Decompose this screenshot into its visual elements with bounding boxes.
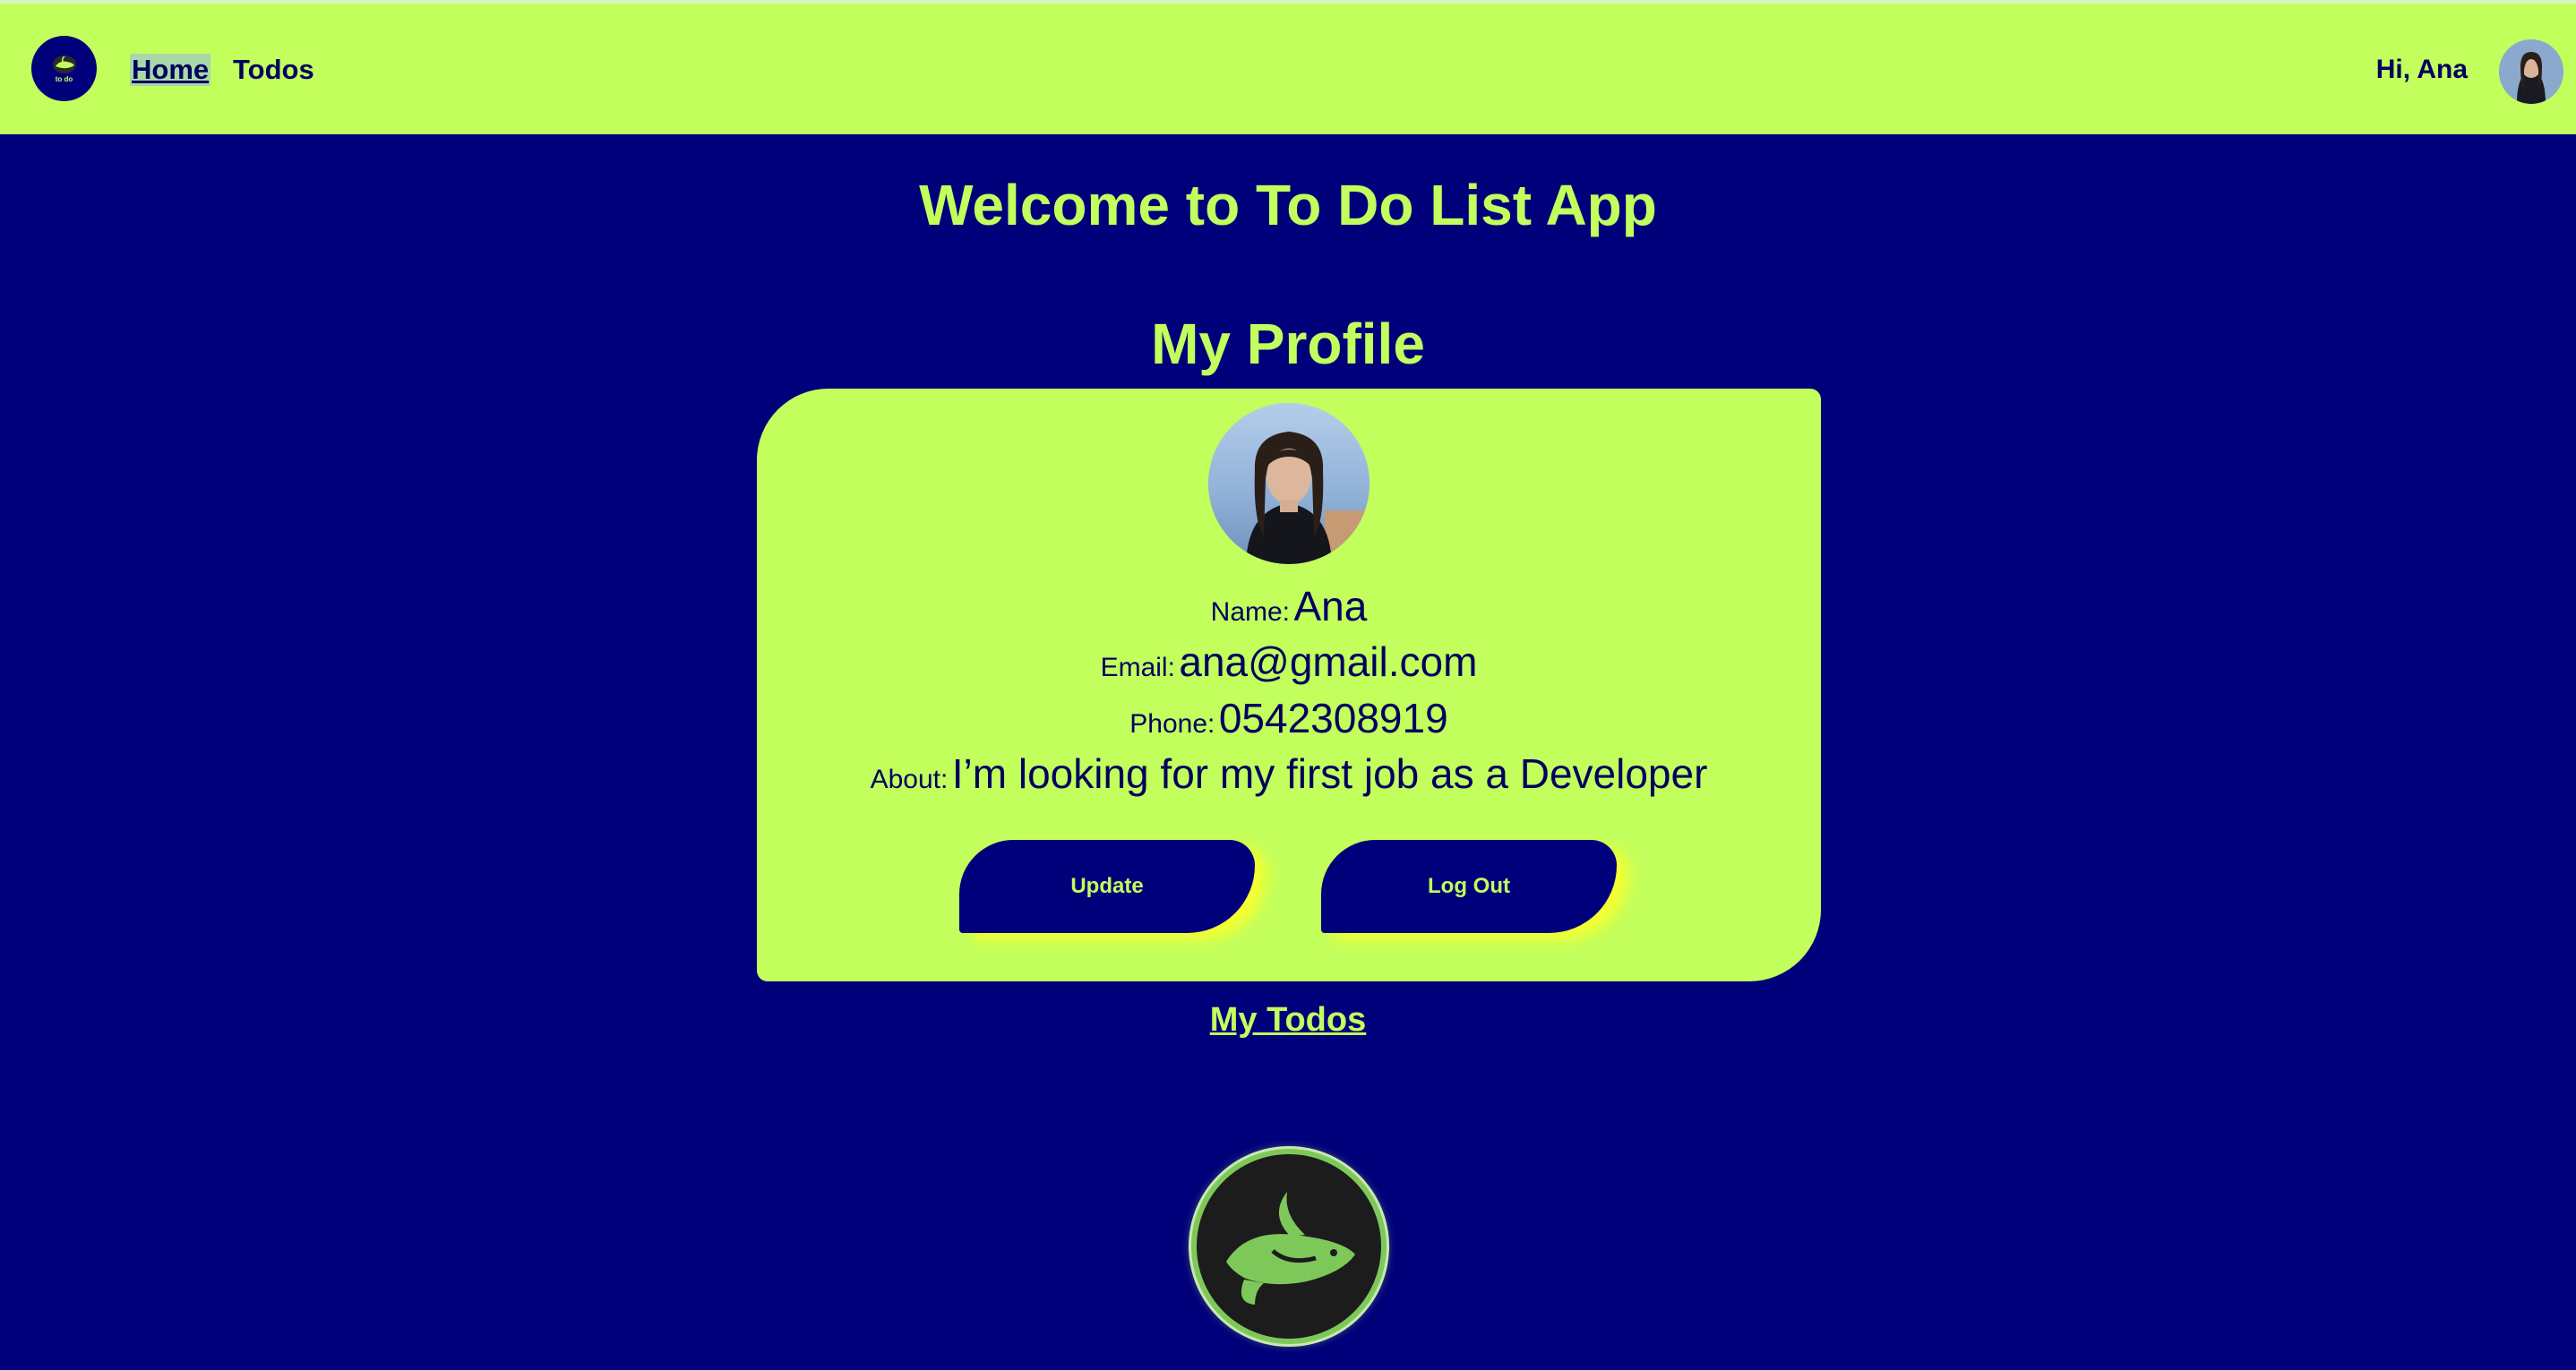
about-label: About: [870,765,949,794]
logout-button[interactable]: Log Out [1321,840,1617,933]
profile-phone-row: Phone: 0542308919 [757,694,1821,742]
profile-photo [1208,403,1370,564]
profile-portrait-icon [1208,403,1370,564]
nav-link-todos[interactable]: Todos [233,54,314,86]
name-label: Name: [1210,597,1291,627]
my-todos-link-wrapper: My Todos [0,1001,2576,1040]
profile-email-row: Email: ana@gmail.com [757,638,1821,686]
whale-logo-icon [1226,1192,1355,1305]
phone-label: Phone: [1129,709,1215,739]
logo-text: to do [55,74,73,83]
phone-value: 0542308919 [1218,695,1448,741]
email-label: Email: [1100,653,1175,682]
profile-card: Name: Ana Email: ana@gmail.com Phone: 05… [757,389,1821,981]
name-value: Ana [1293,583,1368,629]
nav-link-home[interactable]: Home [130,54,211,86]
profile-name-row: Name: Ana [757,582,1821,630]
user-avatar[interactable] [2499,39,2563,104]
my-todos-link[interactable]: My Todos [1210,1001,1367,1039]
avatar-portrait-icon [2499,39,2563,104]
profile-title: My Profile [1151,312,1425,376]
email-value: ana@gmail.com [1179,638,1478,685]
footer-logo [1191,1149,1387,1344]
welcome-title: Welcome to To Do List App [919,173,1657,237]
update-button[interactable]: Update [959,840,1255,933]
app-logo[interactable]: to do [31,36,97,101]
user-greeting: Hi, Ana [2375,55,2468,84]
about-value: I’m looking for my first job as a Develo… [951,750,1708,797]
profile-about-row: About: I’m looking for my first job as a… [757,749,1821,798]
navbar: to do Home Todos Hi, Ana [0,0,2576,134]
whale-logo-icon [52,55,76,73]
